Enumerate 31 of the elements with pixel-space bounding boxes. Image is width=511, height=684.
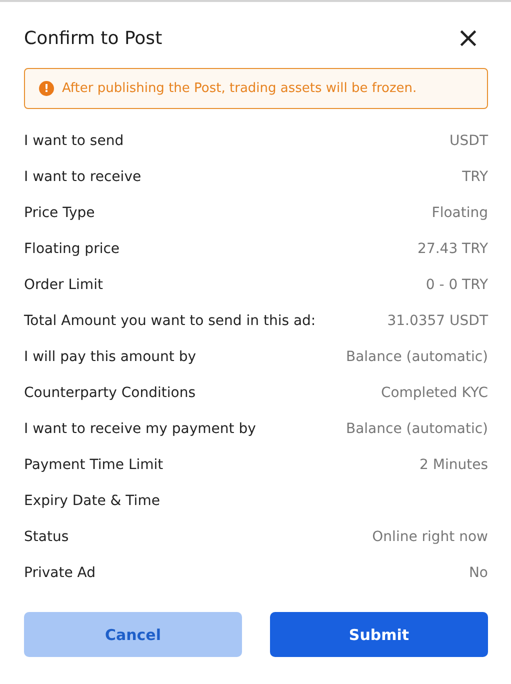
field-label: Floating price [24, 241, 120, 257]
field-value: 31.0357 USDT [387, 313, 488, 329]
warning-icon: ! [39, 81, 54, 96]
field-value: 0 - 0 TRY [426, 277, 488, 293]
field-label: Payment Time Limit [24, 457, 164, 473]
field-label: Private Ad [24, 565, 96, 581]
field-value: Balance (automatic) [346, 421, 488, 437]
field-value: 27.43 TRY [418, 241, 488, 257]
field-label: Counterparty Conditions [24, 385, 196, 401]
cancel-button[interactable]: Cancel [24, 612, 242, 657]
field-label: I want to receive [24, 169, 142, 185]
field-value: Balance (automatic) [346, 349, 488, 365]
field-value: Floating [432, 205, 488, 221]
field-value: 2 Minutes [420, 457, 488, 473]
submit-button[interactable]: Submit [270, 612, 488, 657]
field-label: Status [24, 529, 69, 545]
close-button[interactable]: × [450, 24, 488, 52]
field-value: USDT [450, 133, 488, 149]
field-label: I want to receive my payment by [24, 421, 256, 437]
field-label: I want to send [24, 133, 124, 149]
field-value: No [468, 565, 488, 581]
field-label: Total Amount you want to send in this ad: [24, 313, 316, 329]
field-label: Expiry Date & Time [24, 493, 160, 509]
field-label: Price Type [24, 205, 95, 221]
field-value: Completed KYC [380, 385, 488, 401]
warning-text: After publishing the Post, trading assets will be frozen. [62, 81, 417, 96]
field-label: Order Limit [24, 277, 103, 293]
dialog-title: Confirm to Post [24, 28, 162, 48]
field-label: I will pay this amount by [24, 349, 196, 365]
field-value: TRY [462, 169, 488, 185]
field-value: Online right now [372, 529, 488, 545]
